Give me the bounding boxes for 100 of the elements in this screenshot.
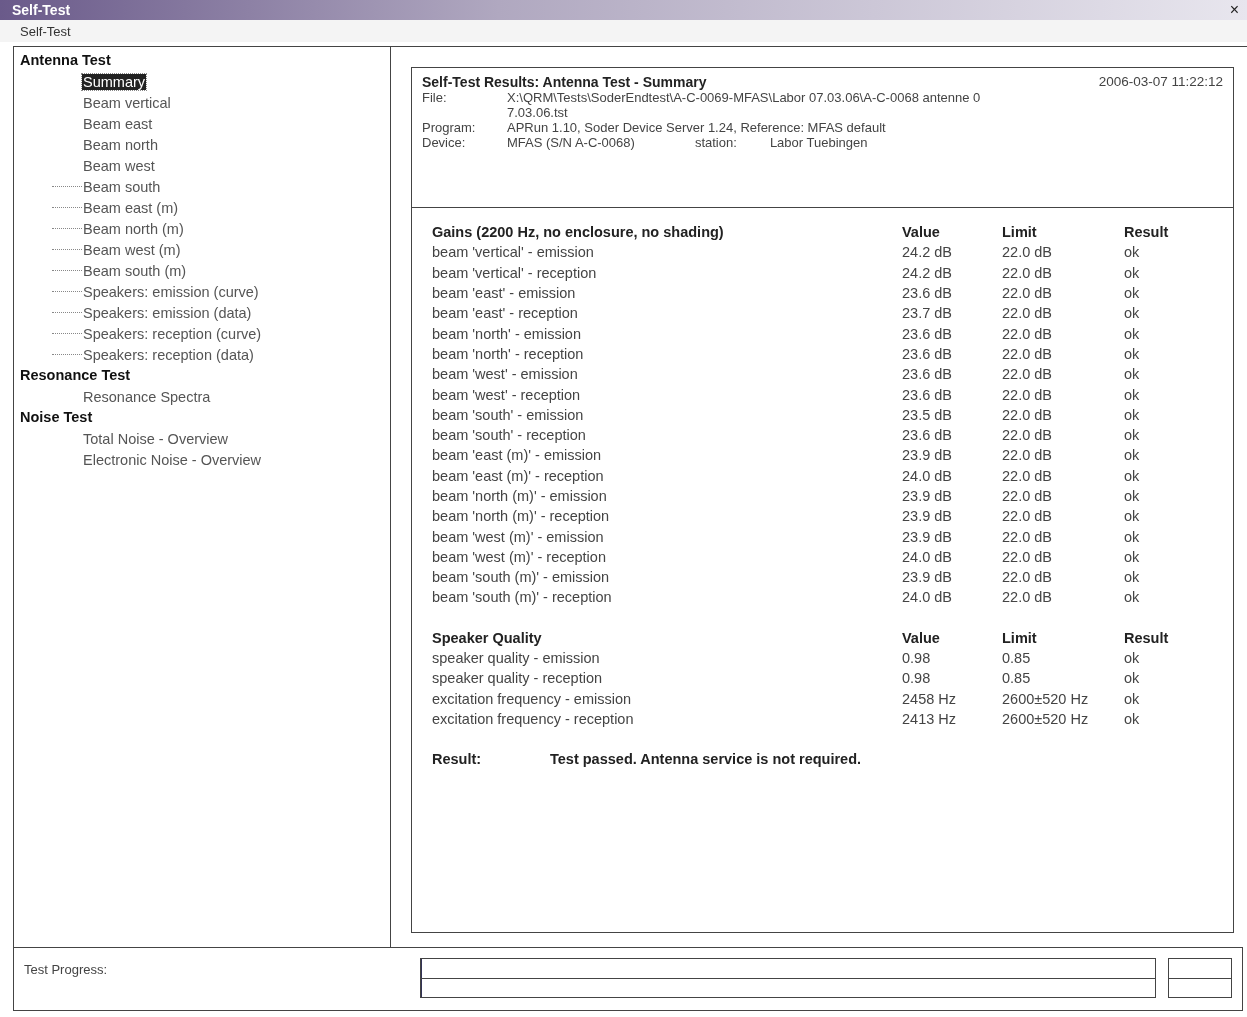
table-cell-text: 0.98 xyxy=(902,670,932,687)
table-cell-text: 23.5 dB xyxy=(902,406,953,423)
table-cell-text: ok xyxy=(1124,447,1141,464)
table-cell-text: ok xyxy=(1124,569,1141,586)
table-cell-text: beam 'north (m)' - reception xyxy=(432,508,611,525)
table-cell-text: 2458 Hz xyxy=(902,690,957,707)
table-cell-text: 22.0 dB xyxy=(1002,528,1053,545)
table-cell-text: ok xyxy=(1124,508,1141,525)
column-header: Speaker Quality xyxy=(432,629,543,646)
table-cell-text: 23.6 dB xyxy=(902,285,953,302)
table-cell-text: ok xyxy=(1124,488,1141,504)
table-cell-text: 23.7 dB xyxy=(902,305,953,322)
table-cell-text: ok xyxy=(1124,690,1141,707)
tree-item[interactable]: Beam vertical xyxy=(82,94,172,111)
table-cell-text: 23.9 dB xyxy=(902,508,953,525)
table-cell-text: beam 'east' - emission xyxy=(432,285,577,302)
menu-item[interactable]: Self-Test xyxy=(20,23,71,39)
column-header: Value xyxy=(902,629,941,646)
tree-item[interactable]: Speakers: reception (data) xyxy=(82,346,255,363)
tree-item[interactable]: Speakers: emission (curve) xyxy=(82,283,260,300)
tree-item[interactable]: Speakers: reception (curve) xyxy=(82,325,263,342)
table-cell-text: 22.0 dB xyxy=(1002,386,1053,403)
info-label: File: xyxy=(422,90,448,107)
table-cell-text: 24.0 dB xyxy=(902,467,953,484)
report-title: Self-Test Results: Antenna Test - Summary xyxy=(422,74,707,90)
tree-group[interactable]: Resonance Test xyxy=(20,365,131,386)
table-cell-text: 2600±520 Hz xyxy=(1002,690,1090,707)
table-cell-text: excitation frequency - emission xyxy=(432,690,633,707)
column-header: Value xyxy=(902,224,941,241)
table-cell-text: beam 'south (m)' - reception xyxy=(432,589,613,606)
table-cell-text: ok xyxy=(1124,467,1141,484)
info-label: station: xyxy=(694,135,738,150)
table-cell-text: 22.0 dB xyxy=(1002,569,1053,586)
table-cell-text: 22.0 dB xyxy=(1002,406,1053,423)
table-cell-text: 0.98 xyxy=(902,650,932,667)
table-cell-text: 23.6 dB xyxy=(902,345,953,362)
table-cell-text: beam 'west' - emission xyxy=(432,366,579,383)
tree-group[interactable]: Antenna Test xyxy=(20,50,111,71)
table-cell-text: 24.0 dB xyxy=(902,548,953,565)
table-cell-text: 22.0 dB xyxy=(1002,467,1053,484)
table-cell-text: ok xyxy=(1124,710,1141,727)
tree-item[interactable]: Beam south (m) xyxy=(82,262,188,279)
table-cell-text: ok xyxy=(1124,325,1141,342)
tree-item[interactable]: Speakers: emission (data) xyxy=(82,304,253,321)
tree-item[interactable]: Total Noise - Overview xyxy=(82,430,230,447)
table-cell-text: 23.6 dB xyxy=(902,427,953,444)
table-cell-text: 22.0 dB xyxy=(1002,366,1053,383)
window-title: Self-Test xyxy=(12,2,71,18)
progress-label: Test Progress: xyxy=(24,962,109,977)
tree-item[interactable]: Beam north xyxy=(82,136,159,153)
table-cell-text: 23.9 dB xyxy=(902,447,953,464)
tree-item[interactable]: Electronic Noise - Overview xyxy=(82,451,263,468)
close-button[interactable]: × xyxy=(1225,1,1243,19)
tree-item[interactable]: Beam east xyxy=(82,115,154,132)
table-cell-text: 0.85 xyxy=(1002,670,1032,687)
tree-item[interactable]: Beam west (m) xyxy=(82,241,182,258)
tree-item[interactable]: Beam north (m) xyxy=(82,220,185,237)
column-header: Gains (2200 Hz, no enclosure, no shading) xyxy=(432,224,725,241)
tree-item[interactable]: Beam south xyxy=(82,178,162,195)
table-cell-text: beam 'east (m)' - reception xyxy=(432,467,605,484)
table-cell-text: 23.6 dB xyxy=(902,386,953,403)
table-cell-text: beam 'east' - reception xyxy=(432,305,579,322)
table-cell-text: excitation frequency - reception xyxy=(432,710,635,727)
table-cell-text: 24.2 dB xyxy=(902,244,953,261)
table-cell-text: ok xyxy=(1124,650,1141,667)
table-cell-text: 23.9 dB xyxy=(902,528,953,545)
tree-item[interactable]: Beam east (m) xyxy=(82,199,180,216)
table-cell-text: beam 'east (m)' - emission xyxy=(432,447,603,464)
table-cell-text: 0.85 xyxy=(1002,650,1032,667)
table-cell-text: beam 'south (m)' - emission xyxy=(432,569,611,586)
table-cell-text: ok xyxy=(1124,285,1141,302)
info-value: Labor Tuebingen xyxy=(769,135,868,150)
table-cell-text: ok xyxy=(1124,386,1141,403)
table-cell-text: ok xyxy=(1124,264,1141,281)
table-cell-text: beam 'west (m)' - reception xyxy=(432,548,607,565)
tree-group[interactable]: Noise Test xyxy=(20,407,93,428)
table-cell-text: beam 'north' - reception xyxy=(432,345,585,362)
table-cell-text: 24.2 dB xyxy=(902,264,953,281)
table-cell-text: 23.9 dB xyxy=(902,569,953,586)
timestamp: 2006-03-07 11:22:12 xyxy=(1098,74,1223,90)
table-cell-text: 22.0 dB xyxy=(1002,285,1053,302)
result-text: Test passed. Antenna service is not required. xyxy=(550,751,862,768)
table-cell-text: ok xyxy=(1124,345,1141,362)
table-cell-text: 22.0 dB xyxy=(1002,305,1053,322)
table-cell-text: speaker quality - emission xyxy=(432,650,601,667)
table-cell-text: beam 'north' - emission xyxy=(432,325,582,342)
table-cell-text: beam 'south' - reception xyxy=(432,427,587,444)
table-cell-text: ok xyxy=(1124,528,1141,545)
info-value: X:\QRM\Tests\SoderEndtest\A-C-0069-MFAS\Labor 07.03.06\A-C-0068 antenne 07.03.06.tst xyxy=(507,90,982,120)
info-value: APRun 1.10, Soder Device Server 1.24, Reference: MFAS default xyxy=(507,120,886,135)
table-cell-text: 24.0 dB xyxy=(902,589,953,606)
tree-item[interactable]: Summary xyxy=(82,73,147,90)
table-cell-text: beam 'north (m)' - emission xyxy=(432,488,608,504)
table-cell-text: ok xyxy=(1124,366,1141,383)
tree-item[interactable]: Resonance Spectra xyxy=(82,388,212,405)
table-cell-text: 22.0 dB xyxy=(1002,447,1053,464)
table-cell-text: 23.6 dB xyxy=(902,325,953,342)
tree-item[interactable]: Beam west xyxy=(82,157,156,174)
column-header: Limit xyxy=(1002,629,1038,646)
table-cell-text: 22.0 dB xyxy=(1002,488,1053,504)
